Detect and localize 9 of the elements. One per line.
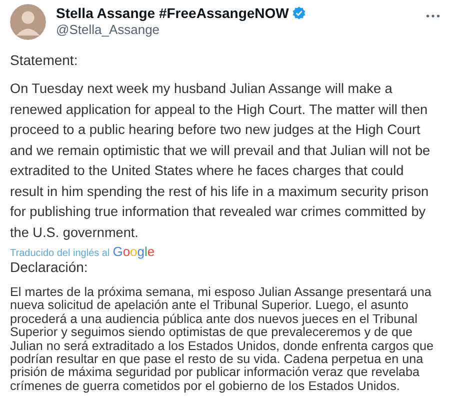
statement-heading: Statement:: [10, 52, 79, 68]
more-icon[interactable]: [426, 14, 440, 18]
google-logo: Google: [112, 244, 155, 259]
translation-heading: Declaración:: [10, 259, 89, 275]
translated-text: El martes de la próxima semana, mi esposo Julian Assange presentará una nueva solicitud de apelación ante el Tribunal Superior. Luego, el asunto procederá a una audiencia pública ante dos nuevos jueces en el Tribunal Superior y seguimos siendo optimistas de que prevaleceremos y de que Julian no será extraditado a los Estados Unidos, donde enfrenta cargos que podrían resultar en que pase el resto de su vida. Cadena perpetua en una prisión de máxima seguridad por publicar información veraz que revelaba crímenes de guerra cometidos por el gobierno de los Estados Unidos.: [10, 286, 435, 394]
author-handle[interactable]: @Stella_Assange: [56, 22, 416, 37]
author-name[interactable]: Stella Assange #FreeAssangeNOW: [56, 5, 289, 21]
tweet-text: On Tuesday next week my husband Julian Assange will make a renewed application for appeal to the High Court. The matter will then proceed to a public hearing before two new judges at the High Court and we remain optimistic that we will prevail and that Julian will not be extradited to the United States where he faces charges that could result in him spending the rest of his life in a maximum security prison for publishing true information that revealed war crimes committed by the U.S. government.: [10, 80, 432, 242]
avatar-icon[interactable]: [10, 4, 46, 40]
